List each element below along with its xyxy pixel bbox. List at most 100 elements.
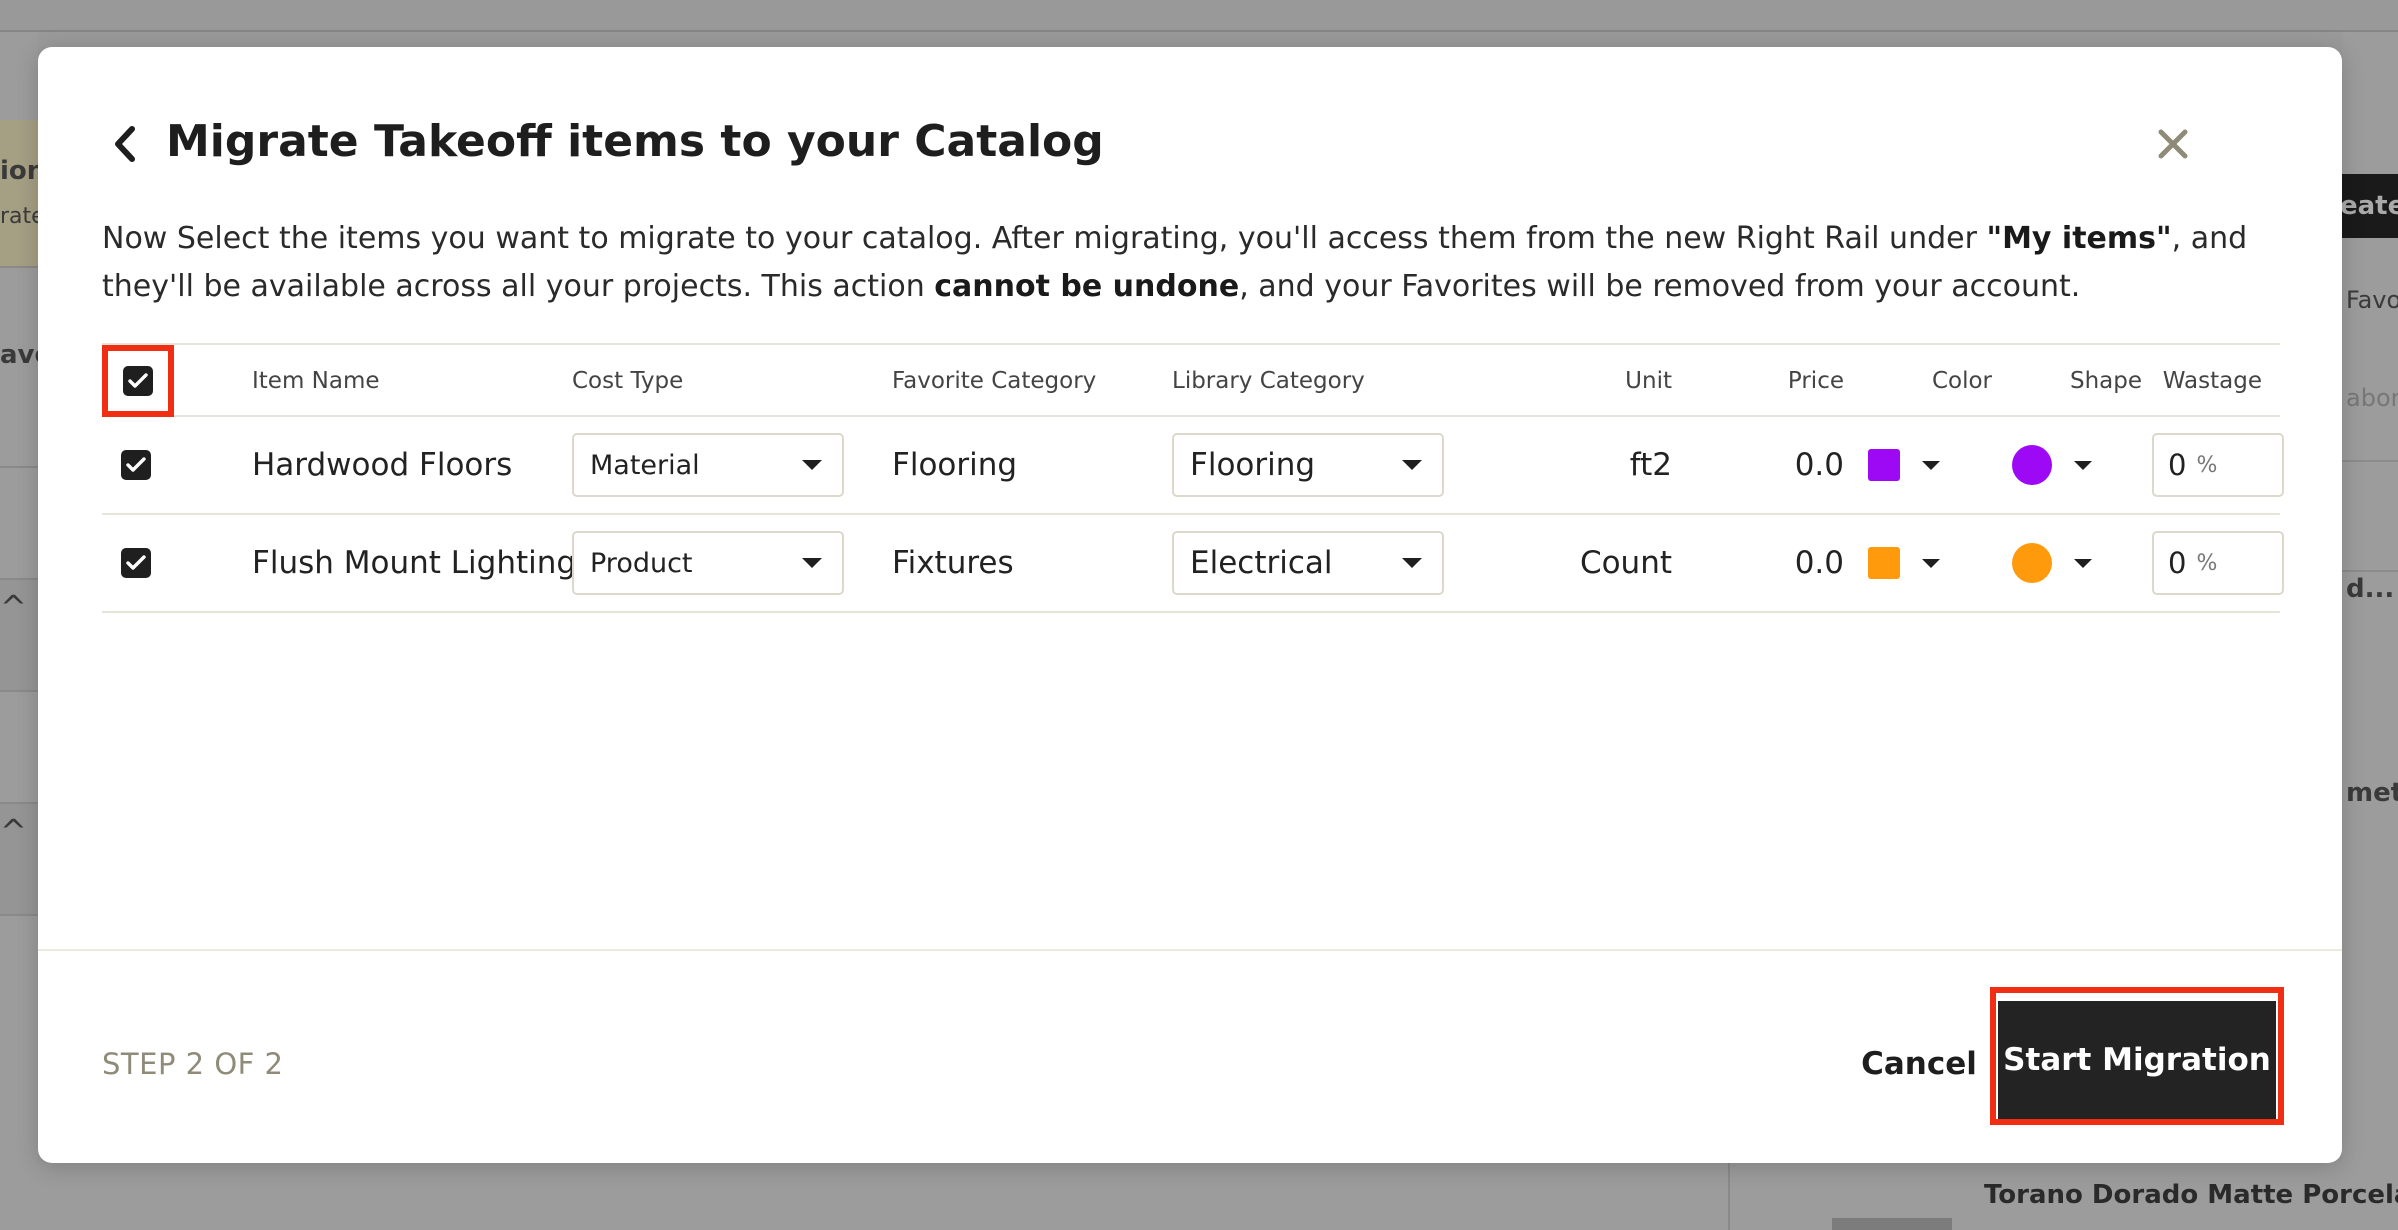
background-text: ion — [0, 156, 38, 186]
table-row: Flush Mount Lighting Product Fixtures El… — [102, 515, 2284, 613]
caret-down-icon — [802, 460, 822, 470]
row-checkbox-cell — [121, 515, 151, 611]
background-band — [0, 468, 38, 580]
caret-down-icon — [802, 558, 822, 568]
unit-value: ft2 — [1629, 447, 1672, 483]
caret-down-icon — [1922, 460, 1940, 470]
caret-down-icon — [1402, 558, 1422, 568]
wastage-input[interactable]: 0 % — [2152, 531, 2284, 595]
cost-type-cell: Product — [572, 515, 844, 611]
library-category-select[interactable]: Flooring — [1172, 433, 1444, 497]
select-all-checkbox[interactable] — [123, 366, 153, 396]
cost-type-cell: Material — [572, 417, 844, 513]
description-text: , and your Favorites will be removed fro… — [1239, 269, 2081, 304]
price-value: 0.0 — [1794, 545, 1844, 581]
start-migration-button[interactable]: Start Migration — [1998, 1001, 2276, 1119]
background-band — [0, 692, 38, 804]
background-text: metr — [2346, 778, 2398, 808]
row-checkbox[interactable] — [121, 548, 151, 578]
row-checkbox[interactable] — [121, 450, 151, 480]
description-bold-warning: cannot be undone — [934, 269, 1240, 304]
header-wastage: Wastage — [2162, 368, 2262, 394]
row-checkbox-cell — [121, 417, 151, 513]
header-unit: Unit — [1625, 368, 1672, 394]
footer-divider — [38, 949, 2342, 951]
caret-down-icon — [2074, 460, 2092, 470]
caret-down-icon — [1402, 460, 1422, 470]
caret-down-icon — [1922, 558, 1940, 568]
step-indicator: STEP 2 OF 2 — [102, 1047, 284, 1081]
close-icon — [2158, 129, 2188, 159]
check-icon — [126, 555, 146, 570]
wastage-unit: % — [2196, 550, 2218, 576]
modal-title: Migrate Takeoff items to your Catalog — [166, 116, 1104, 167]
background-text: abor — [2346, 384, 2398, 412]
shape-picker[interactable] — [2012, 445, 2092, 485]
background-band — [2342, 362, 2398, 462]
circle-shape-icon — [2012, 445, 2052, 485]
unit-value: Count — [1579, 545, 1672, 581]
wastage-value: 0 — [2168, 546, 2187, 580]
migrate-modal: Migrate Takeoff items to your Catalog No… — [38, 47, 2342, 1163]
cost-type-select[interactable]: Material — [572, 433, 844, 497]
item-name: Hardwood Floors — [252, 447, 513, 483]
background-text: Favo — [2346, 286, 2398, 314]
header-item-name: Item Name — [252, 368, 380, 394]
table-row: Hardwood Floors Material Flooring Floori… — [102, 417, 2284, 515]
cost-type-value: Product — [590, 547, 693, 579]
select-all-highlight — [102, 345, 174, 417]
cost-type-value: Material — [590, 449, 700, 481]
library-category-cell: Electrical — [1172, 515, 1444, 611]
price-value: 0.0 — [1794, 447, 1844, 483]
wastage-value: 0 — [2168, 448, 2187, 482]
color-cell — [1868, 417, 1940, 513]
background-topbar — [0, 0, 2398, 32]
color-picker[interactable] — [1868, 547, 1940, 579]
caret-down-icon — [2074, 558, 2092, 568]
description-text: Now Select the items you want to migrate… — [102, 221, 1987, 256]
description-bold-my-items: "My items" — [1986, 221, 2172, 256]
background-thumbnail — [1832, 1218, 1952, 1230]
items-table: Item Name Cost Type Favorite Category Li… — [102, 343, 2284, 613]
wastage-unit: % — [2196, 452, 2218, 478]
background-text: d... — [2346, 574, 2395, 604]
cancel-button[interactable]: Cancel — [1824, 1029, 2014, 1099]
modal-description: Now Select the items you want to migrate… — [102, 215, 2302, 311]
background-text: avo — [0, 340, 38, 370]
header-color: Color — [1931, 368, 1992, 394]
shape-cell — [2012, 417, 2092, 513]
chevron-left-icon — [115, 126, 135, 162]
background-band — [2342, 462, 2398, 572]
color-picker[interactable] — [1868, 449, 1940, 481]
circle-shape-icon — [2012, 543, 2052, 583]
color-swatch — [1868, 449, 1900, 481]
table-header: Item Name Cost Type Favorite Category Li… — [102, 343, 2280, 417]
check-icon — [126, 457, 146, 472]
library-category-value: Electrical — [1190, 545, 1333, 581]
back-button[interactable] — [100, 119, 150, 169]
close-button[interactable] — [2146, 117, 2200, 171]
color-swatch — [1868, 547, 1900, 579]
background-item-name: Torano Dorado Matte Porcelain W — [1984, 1180, 2398, 1210]
background-highlight-band — [0, 120, 38, 268]
background-text: rate — [0, 204, 38, 229]
chevron-up-icon: ^ — [0, 812, 27, 850]
wastage-input[interactable]: 0 % — [2152, 433, 2284, 497]
shape-cell — [2012, 515, 2092, 611]
item-name: Flush Mount Lighting — [252, 545, 577, 581]
shape-picker[interactable] — [2012, 543, 2092, 583]
header-shape: Shape — [2069, 368, 2142, 394]
chevron-up-icon: ^ — [0, 588, 27, 626]
library-category-select[interactable]: Electrical — [1172, 531, 1444, 595]
favorite-category: Fixtures — [892, 545, 1014, 581]
color-cell — [1868, 515, 1940, 611]
cost-type-select[interactable]: Product — [572, 531, 844, 595]
wastage-cell: 0 % — [2152, 515, 2284, 611]
background-divider — [1728, 1162, 1730, 1230]
header-cost-type: Cost Type — [572, 368, 684, 394]
library-category-cell: Flooring — [1172, 417, 1444, 513]
check-icon — [128, 373, 148, 388]
header-price: Price — [1787, 368, 1844, 394]
header-favorite-category: Favorite Category — [892, 368, 1097, 394]
favorite-category: Flooring — [892, 447, 1018, 483]
